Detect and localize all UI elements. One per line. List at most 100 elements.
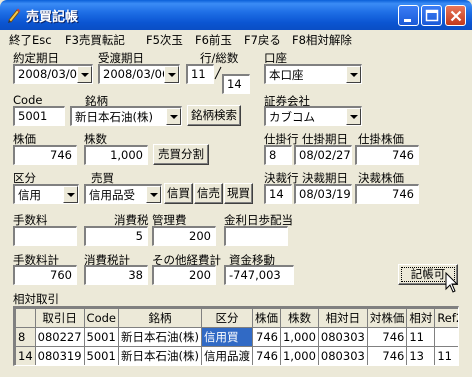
settle-price-field[interactable]: 746 (355, 184, 419, 204)
account-value: 本口座 (269, 68, 304, 82)
col-header-price[interactable]: 株価 (251, 308, 281, 328)
table-row[interactable]: 8 080227 5001 新日本石油(株) 信用買 746 1,000 080… (15, 327, 458, 347)
table-cell[interactable]: 13 (406, 346, 436, 365)
other-total-field[interactable]: 200 (152, 265, 216, 285)
table-cell[interactable]: 5001 (83, 327, 120, 347)
relative-trade-grid[interactable]: 取引日 Code 銘柄 区分 株価 株数 相対日 対株価 相対 Ref2 8 0… (13, 306, 459, 366)
table-cell[interactable]: 新日本石油(株) (118, 327, 202, 347)
col-header-relative-date[interactable]: 相対日 (317, 308, 368, 328)
chevron-down-icon[interactable] (77, 66, 92, 83)
open-row-field[interactable]: 8 (264, 145, 292, 165)
table-cell[interactable]: 1,000 (279, 346, 319, 365)
category-value: 信用 (18, 188, 41, 202)
table-cell[interactable]: 080319 (34, 346, 85, 365)
table-cell[interactable]: 11 (434, 346, 458, 365)
fee-field[interactable] (13, 226, 77, 246)
brand-value: 新日本石油(株) (75, 110, 153, 124)
broker-value: カブコム (269, 110, 315, 124)
col-header-trade-date[interactable]: 取引日 (34, 308, 85, 328)
table-cell[interactable]: 080303 (317, 346, 368, 365)
delivery-date-combo[interactable]: 2008/03/06 (98, 64, 180, 84)
menu-back[interactable]: F7戻る (244, 32, 281, 48)
table-header-row: 取引日 Code 銘柄 区分 株価 株数 相対日 対株価 相対 Ref2 (15, 308, 458, 328)
contract-date-value: 2008/03/03 (18, 67, 85, 81)
col-header-code[interactable]: Code (83, 308, 120, 328)
menu-prev[interactable]: F6前玉 (195, 32, 232, 48)
table-cell[interactable]: 080303 (317, 327, 368, 347)
col-header-shares[interactable]: 株数 (279, 308, 319, 328)
minimize-button[interactable] (398, 5, 419, 26)
code-value: 5001 (18, 109, 48, 123)
minimize-icon (404, 19, 411, 22)
open-date-field[interactable]: 08/02/27 (294, 145, 352, 165)
credit-buy-button[interactable]: 信買 (164, 183, 193, 204)
brand-search-button[interactable]: 銘柄検索 (187, 105, 241, 126)
table-cell[interactable]: 746 (366, 346, 408, 365)
account-combo[interactable]: 本口座 (264, 64, 362, 84)
row-number-value: 11 (191, 67, 206, 81)
maximize-button[interactable] (421, 5, 442, 26)
settle-row-field[interactable]: 14 (264, 184, 292, 204)
cash-move-field[interactable]: -747,003 (224, 265, 294, 285)
split-trade-button[interactable]: 売買分割 (153, 144, 209, 165)
chevron-down-icon[interactable] (63, 186, 78, 203)
chevron-down-icon[interactable] (346, 108, 361, 125)
chevron-down-icon[interactable] (166, 108, 181, 125)
table-row[interactable]: 14 080319 5001 新日本石油(株) 信用品渡 746 1,000 0… (15, 346, 458, 365)
table-cell-selected[interactable]: 信用買 (200, 327, 253, 347)
delivery-date-value: 2008/03/06 (103, 67, 170, 81)
fee-total-field[interactable]: 760 (13, 265, 77, 285)
chevron-down-icon[interactable] (346, 66, 361, 83)
spot-buy-button[interactable]: 現買 (224, 183, 253, 204)
menu-release-relative[interactable]: F8相対解除 (292, 32, 352, 48)
table-cell[interactable]: 信用品渡 (200, 346, 253, 365)
close-button[interactable] (445, 5, 466, 26)
mgmt-fee-field[interactable]: 200 (152, 226, 216, 246)
maximize-icon (425, 9, 439, 22)
code-field[interactable]: 5001 (13, 106, 65, 126)
col-header-brand[interactable]: 銘柄 (118, 308, 202, 328)
settle-date-field[interactable]: 08/03/19 (294, 184, 352, 204)
price-field[interactable]: 746 (13, 145, 77, 165)
contract-date-combo[interactable]: 2008/03/03 (13, 64, 93, 84)
total-count-value: 14 (227, 77, 242, 91)
table-cell[interactable]: 11 (406, 327, 436, 347)
trade-value: 信用品受 (89, 188, 135, 202)
row-number-cell: 8 (15, 327, 36, 347)
col-header-relative-price[interactable]: 対株価 (366, 308, 408, 328)
shares-field[interactable]: 1,000 (84, 145, 148, 165)
menu-next[interactable]: F5次玉 (146, 32, 183, 48)
app-pen-icon (8, 8, 21, 23)
close-icon (450, 10, 462, 22)
table-cell[interactable]: 746 (366, 327, 408, 347)
tax-total-field[interactable]: 38 (84, 265, 148, 285)
table-cell[interactable] (434, 327, 458, 347)
category-combo[interactable]: 信用 (13, 184, 79, 204)
broker-combo[interactable]: カブコム (264, 106, 362, 126)
open-price-field[interactable]: 746 (355, 145, 419, 165)
col-header-category[interactable]: 区分 (200, 308, 253, 328)
total-count-field[interactable]: 14 (222, 74, 250, 94)
chevron-down-icon[interactable] (164, 66, 179, 83)
interest-field[interactable] (224, 226, 288, 246)
table-cell[interactable]: 新日本石油(株) (118, 346, 202, 365)
col-header-ref2[interactable]: Ref2 (434, 308, 458, 328)
menu-transfer[interactable]: F3売買転記 (65, 32, 125, 48)
window-title: 売買記帳 (26, 10, 79, 25)
mouse-cursor-icon (445, 272, 459, 293)
menu-bar: 終了Esc F3売買転記 F5次玉 F6前玉 F7戻る F8相対解除 (0, 30, 472, 48)
trade-combo[interactable]: 信用品受 (84, 184, 162, 204)
relative-trade-table: 取引日 Code 銘柄 区分 株価 株数 相対日 対株価 相対 Ref2 8 0… (15, 308, 458, 365)
tax-field[interactable]: 5 (84, 226, 148, 246)
credit-sell-button[interactable]: 信売 (194, 183, 223, 204)
row-number-field[interactable]: 11 (186, 64, 214, 84)
brand-combo[interactable]: 新日本石油(株) (70, 106, 182, 126)
chevron-down-icon[interactable] (146, 186, 161, 203)
table-cell[interactable]: 1,000 (279, 327, 319, 347)
col-header-relative[interactable]: 相対 (406, 308, 436, 328)
menu-exit[interactable]: 終了Esc (9, 32, 52, 48)
table-cell[interactable]: 5001 (83, 346, 120, 365)
table-cell[interactable]: 746 (251, 346, 281, 365)
table-cell[interactable]: 080227 (34, 327, 85, 347)
table-cell[interactable]: 746 (251, 327, 281, 347)
